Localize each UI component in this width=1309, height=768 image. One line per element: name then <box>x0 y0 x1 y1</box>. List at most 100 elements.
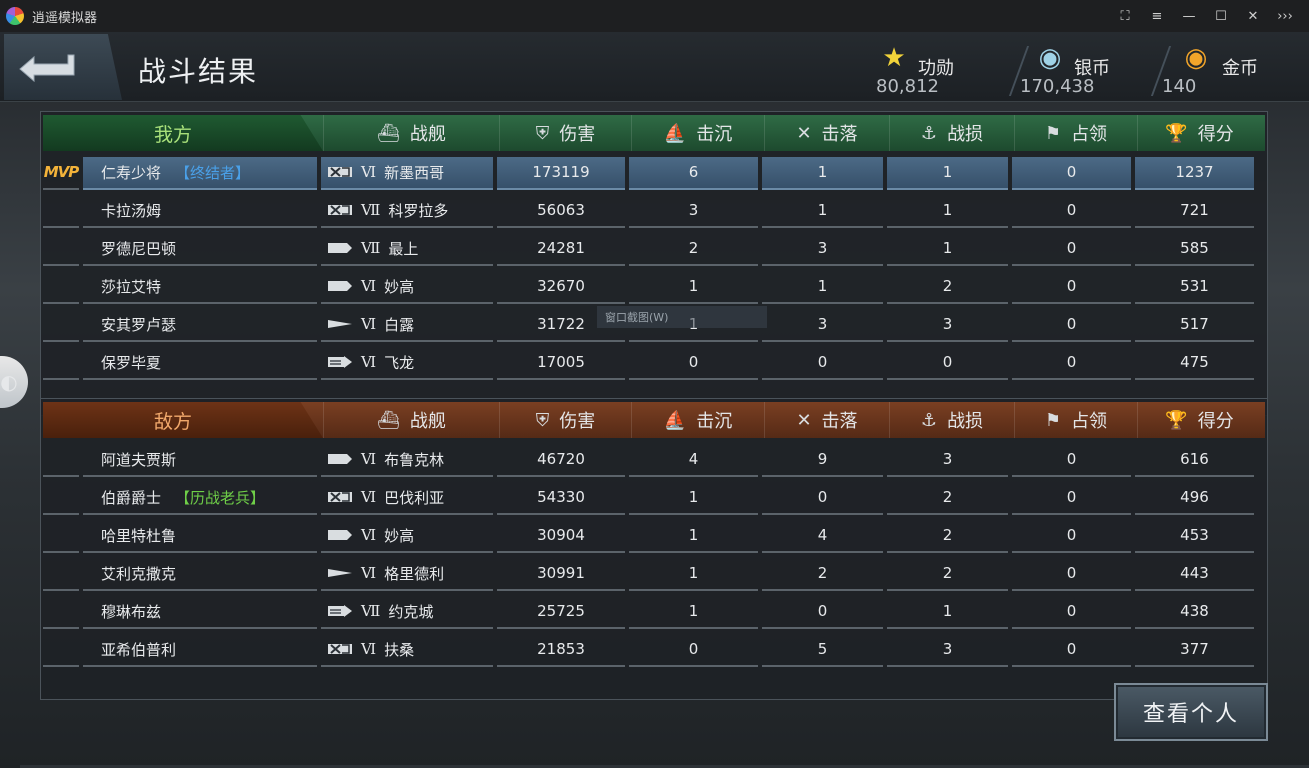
capture-cell: 0 <box>1012 596 1131 629</box>
col-label: 伤害 <box>559 124 596 145</box>
currency-label: 金币 <box>1222 58 1258 79</box>
ship-tier: Ⅵ <box>361 163 377 181</box>
close-icon[interactable]: ✕ <box>1237 0 1269 32</box>
back-button[interactable] <box>4 34 122 100</box>
silver-coin-icon: ◉ <box>1038 43 1062 73</box>
sunk-cell: 3 <box>629 195 758 228</box>
trophy-icon: 🏆 <box>1165 409 1188 431</box>
ship-cell: Ⅶ 科罗拉多 <box>321 195 493 228</box>
mvp-badge-cell <box>43 195 79 228</box>
flag-icon: ⚑ <box>1044 409 1062 431</box>
damage-cell: 56063 <box>497 195 625 228</box>
more-icon[interactable]: ››› <box>1269 0 1301 32</box>
crossed-planes-icon: ✕ <box>796 409 812 431</box>
ship-tier: Ⅵ <box>361 488 377 506</box>
player-name-cell: 保罗毕夏 <box>83 347 317 380</box>
shot-down-cell: 9 <box>762 444 883 477</box>
sunk-cell: 1 <box>629 520 758 553</box>
ship-name: 巴伐利亚 <box>384 488 445 507</box>
shot-down-cell: 2 <box>762 558 883 591</box>
table-row[interactable]: MVP 仁寿少将 【终结者】 Ⅵ 新墨西哥 173119 6 1 1 0 1237 <box>43 154 1265 192</box>
col-shot-down: ✕ 击落 <box>764 115 889 151</box>
ship-name: 约克城 <box>388 602 434 621</box>
table-row[interactable]: 哈里特杜鲁 Ⅵ 妙高 30904 1 4 2 0 453 <box>43 517 1265 555</box>
col-sunk: ⛵ 击沉 <box>631 115 764 151</box>
damage-cell: 25725 <box>497 596 625 629</box>
score-cell: 443 <box>1135 558 1254 591</box>
shot-down-cell: 0 <box>762 596 883 629</box>
capture-cell: 0 <box>1012 634 1131 667</box>
our-team-rows: MVP 仁寿少将 【终结者】 Ⅵ 新墨西哥 173119 6 1 1 0 1237 … <box>43 154 1265 382</box>
player-name-cell: 阿道夫贾斯 <box>83 444 317 477</box>
ship-name: 白露 <box>384 315 415 334</box>
score-cell: 531 <box>1135 271 1254 304</box>
col-capture: ⚑ 占领 <box>1014 402 1137 438</box>
app-logo-icon <box>6 7 24 25</box>
col-label: 击沉 <box>696 124 733 145</box>
losses-cell: 0 <box>887 347 1008 380</box>
player-name-cell: 艾利克撒克 <box>83 558 317 591</box>
ship-cell: Ⅵ 飞龙 <box>321 347 493 380</box>
score-cell: 585 <box>1135 233 1254 266</box>
table-row[interactable]: 艾利克撒克 Ⅵ 格里德利 30991 1 2 2 0 443 <box>43 555 1265 593</box>
table-row[interactable]: 阿道夫贾斯 Ⅵ 布鲁克林 46720 4 9 3 0 616 <box>43 441 1265 479</box>
currency-value: 140 <box>1162 76 1197 97</box>
cruiser-class-icon <box>327 241 353 255</box>
losses-cell: 1 <box>887 233 1008 266</box>
losses-cell: 1 <box>887 195 1008 228</box>
capture-cell: 0 <box>1012 156 1131 190</box>
mvp-badge-cell <box>43 482 79 515</box>
player-name: 卡拉汤姆 <box>101 201 162 220</box>
crossed-planes-icon: ✕ <box>796 122 812 144</box>
ship-tier: Ⅶ <box>361 602 381 620</box>
player-name-cell: 穆琳布兹 <box>83 596 317 629</box>
sunk-cell: 1 <box>629 596 758 629</box>
enemy-team-rows: 阿道夫贾斯 Ⅵ 布鲁克林 46720 4 9 3 0 616 伯爵爵士 【历战老兵】… <box>43 441 1265 669</box>
player-name-cell: 仁寿少将 【终结者】 <box>83 156 317 190</box>
aircraft-carrier-class-icon <box>327 355 353 369</box>
col-damage: ⛨ 伤害 <box>499 115 631 151</box>
player-name-cell: 罗德尼巴顿 <box>83 233 317 266</box>
score-cell: 1237 <box>1135 156 1254 190</box>
capture-cell: 0 <box>1012 520 1131 553</box>
col-label: 战损 <box>947 124 984 145</box>
view-personal-button[interactable]: 查看个人 <box>1114 683 1268 741</box>
score-cell: 475 <box>1135 347 1254 380</box>
shot-down-cell: 1 <box>762 156 883 190</box>
our-team-label: 我方 <box>43 115 323 151</box>
col-damage: ⛨ 伤害 <box>499 402 631 438</box>
ship-cell: Ⅵ 巴伐利亚 <box>321 482 493 515</box>
screenshot-icon[interactable]: ⛶ <box>1109 0 1141 32</box>
player-name-cell: 伯爵爵士 【历战老兵】 <box>83 482 317 515</box>
assistant-ball-icon: ◐ <box>0 370 18 394</box>
trophy-icon: 🏆 <box>1165 122 1188 144</box>
player-name-cell: 卡拉汤姆 <box>83 195 317 228</box>
ship-cell: Ⅵ 格里德利 <box>321 558 493 591</box>
floating-assistant-icon[interactable]: ◐ <box>0 356 28 408</box>
flag-icon: ⚑ <box>1044 122 1062 144</box>
capture-cell: 0 <box>1012 347 1131 380</box>
col-label: 占领 <box>1071 411 1108 432</box>
table-row[interactable]: 保罗毕夏 Ⅵ 飞龙 17005 0 0 0 0 475 <box>43 344 1265 382</box>
table-row[interactable]: 穆琳布兹 Ⅶ 约克城 25725 1 0 1 0 438 <box>43 593 1265 631</box>
aircraft-carrier-class-icon <box>327 604 353 618</box>
damage-cell: 54330 <box>497 482 625 515</box>
gold-coin-icon: ◉ <box>1184 43 1208 73</box>
player-name-cell: 莎拉艾特 <box>83 271 317 304</box>
ship-tier: Ⅵ <box>361 526 377 544</box>
sunk-cell: 0 <box>629 347 758 380</box>
table-row[interactable]: 莎拉艾特 Ⅵ 妙高 32670 1 1 2 0 531 <box>43 268 1265 306</box>
table-row[interactable]: 伯爵爵士 【历战老兵】 Ⅵ 巴伐利亚 54330 1 0 2 0 496 <box>43 479 1265 517</box>
col-shot-down: ✕ 击落 <box>764 402 889 438</box>
our-team-panel: 我方 ⛴ 战舰 ⛨ 伤害 ⛵ 击沉 ✕ 击落 ⚓ 战损 ⚑ 占领 🏆 得分 MVP 仁寿少将【… <box>40 111 1268 416</box>
table-row[interactable]: 亚希伯普利 Ⅵ 扶桑 21853 0 5 3 0 377 <box>43 631 1265 669</box>
ship-name: 妙高 <box>384 277 415 296</box>
table-row[interactable]: 卡拉汤姆 Ⅶ 科罗拉多 56063 3 1 1 0 721 <box>43 192 1265 230</box>
player-name: 阿道夫贾斯 <box>101 450 177 469</box>
back-arrow-icon <box>19 54 75 83</box>
table-row[interactable]: 罗德尼巴顿 Ⅶ 最上 24281 2 3 1 0 585 <box>43 230 1265 268</box>
menu-icon[interactable]: ≡ <box>1141 0 1173 32</box>
maximize-icon[interactable]: ☐ <box>1205 0 1237 32</box>
cruiser-class-icon <box>327 279 353 293</box>
minimize-icon[interactable]: — <box>1173 0 1205 32</box>
